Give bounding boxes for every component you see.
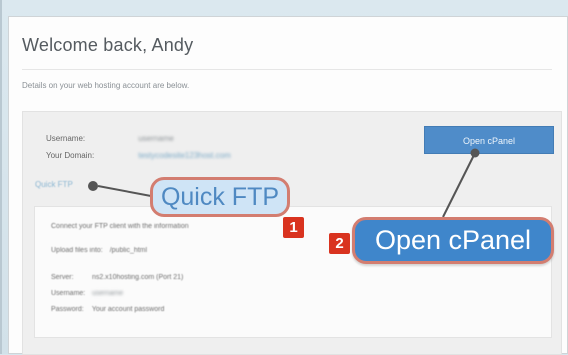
ftp-intro: Connect your FTP client with the informa… bbox=[51, 223, 189, 230]
domain-label: Your Domain: bbox=[46, 151, 95, 160]
page-title: Welcome back, Andy bbox=[22, 35, 194, 55]
server-row: Server: ns2.x10hosting.com (Port 21) bbox=[51, 274, 183, 281]
title-divider bbox=[22, 69, 552, 70]
page-subtitle: Details on your web hosting account are … bbox=[22, 81, 190, 90]
server-label: Server: bbox=[51, 274, 74, 281]
password-label: Password: bbox=[51, 306, 84, 313]
ftp-username-label: Username: bbox=[51, 290, 86, 297]
upload-row: Upload files into: /public_html bbox=[51, 247, 147, 254]
server-value: ns2.x10hosting.com (Port 21) bbox=[91, 274, 184, 281]
password-value: Your account password bbox=[91, 306, 165, 313]
ftp-username-value: username bbox=[91, 290, 124, 297]
pointer-dot-icon bbox=[88, 181, 98, 191]
username-label: Username: bbox=[46, 134, 86, 143]
open-cpanel-button[interactable]: Open cPanel bbox=[424, 126, 554, 154]
username-row: Username: username bbox=[46, 134, 174, 143]
ftp-username-row: Username: username bbox=[51, 290, 123, 297]
domain-link[interactable]: testycodesite123host.com bbox=[138, 151, 231, 160]
domain-row: Your Domain: testycodesite123host.com bbox=[46, 151, 231, 160]
quick-ftp-callout: Quick FTP bbox=[150, 177, 290, 217]
quick-ftp-link[interactable]: Quick FTP bbox=[35, 180, 73, 189]
password-row: Password: Your account password bbox=[51, 306, 164, 313]
upload-value: /public_html bbox=[109, 247, 148, 254]
upload-label: Upload files into: bbox=[51, 247, 103, 254]
step-1-badge: 1 bbox=[283, 217, 304, 238]
username-value: username bbox=[138, 134, 174, 143]
step-2-badge: 2 bbox=[329, 233, 350, 254]
open-cpanel-callout: Open cPanel bbox=[352, 217, 554, 264]
